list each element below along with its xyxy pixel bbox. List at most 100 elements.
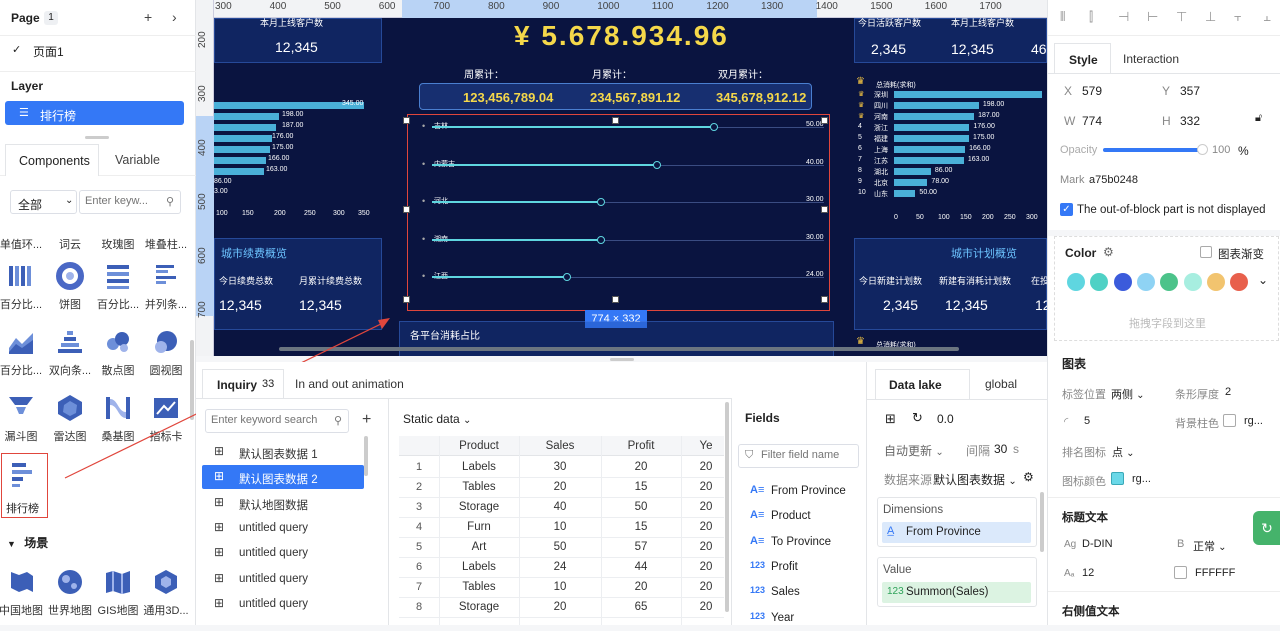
font-weight-select[interactable]: 正常 ⌄ [1193, 538, 1226, 554]
bar-thickness-input[interactable]: 2 [1225, 386, 1231, 398]
field-filter-input[interactable] [761, 449, 855, 461]
align-icon[interactable]: ⊣ [1118, 9, 1129, 25]
table-cell[interactable]: 20 [681, 501, 724, 513]
value-chip[interactable]: 123 Summon(Sales) [882, 582, 1031, 603]
column-header[interactable]: Ye [681, 440, 724, 452]
bg-color-value[interactable]: rg... [1244, 415, 1263, 427]
table-cell[interactable]: 50 [519, 541, 601, 553]
column-header[interactable]: Product [439, 440, 519, 452]
opacity-input[interactable]: 100 [1212, 144, 1230, 156]
tab-data-lake[interactable]: Data lake [875, 369, 970, 399]
corner-radius-input[interactable]: 5 [1084, 415, 1090, 427]
tab-inquiry[interactable]: Inquiry 33 [202, 369, 284, 398]
color-swatch[interactable] [1183, 273, 1202, 291]
grid-icon[interactable]: ⊞ [885, 411, 896, 427]
table-cell[interactable]: 6 [399, 561, 439, 573]
field-item[interactable]: 123 Year [750, 609, 867, 631]
query-item[interactable]: ⊞ 默认图表数据 2 [202, 465, 364, 490]
table-cell[interactable]: Tables [439, 481, 519, 493]
table-cell[interactable]: 20 [519, 481, 601, 493]
color-swatch[interactable] [1230, 273, 1249, 291]
x-input[interactable]: 579 [1082, 84, 1102, 98]
tab-animation[interactable]: In and out animation [295, 377, 404, 391]
query-scrollbar[interactable] [364, 436, 368, 476]
panel-resize-handle[interactable] [610, 358, 634, 361]
table-cell[interactable]: 20 [681, 541, 724, 553]
column-header[interactable]: Profit [601, 440, 681, 452]
color-swatch[interactable] [1090, 273, 1109, 291]
table-cell[interactable]: 44 [601, 561, 681, 573]
y-input[interactable]: 357 [1180, 84, 1200, 98]
table-scrollbar[interactable] [725, 402, 729, 612]
color-swatch[interactable] [1160, 273, 1179, 291]
table-cell[interactable]: 7 [399, 581, 439, 593]
w-input[interactable]: 774 [1082, 114, 1102, 128]
table-cell[interactable]: 2 [399, 481, 439, 493]
field-filter[interactable]: ⛉ [738, 444, 859, 468]
table-cell[interactable]: 50 [601, 501, 681, 513]
static-data-select[interactable]: Static data ⌄ [403, 412, 471, 426]
value-box[interactable]: Value 123 Summon(Sales) [877, 557, 1037, 607]
help-float-button[interactable]: ↻ [1253, 511, 1280, 545]
table-cell[interactable]: Labels [439, 461, 519, 473]
table-cell[interactable]: 40 [519, 501, 601, 513]
field-item[interactable]: 123 Sales [750, 583, 867, 605]
tag-position-select[interactable]: 两侧 ⌄ [1111, 386, 1144, 402]
table-cell[interactable]: 20 [681, 481, 724, 493]
refresh-icon[interactable]: ↻ [912, 410, 923, 426]
gear-icon[interactable]: ⚙ [1103, 245, 1114, 259]
align-icon[interactable]: ⫟ [1234, 9, 1242, 25]
table-cell[interactable]: 20 [681, 581, 724, 593]
add-query-icon[interactable]: + [362, 411, 371, 429]
rank-icon-select[interactable]: 点 ⌄ [1112, 444, 1134, 460]
lake-scrollbar[interactable] [1040, 492, 1044, 552]
unlock-icon[interactable]: 🔓︎ [1255, 112, 1262, 125]
tab-interaction[interactable]: Interaction [1123, 52, 1179, 66]
color-swatch[interactable] [1067, 273, 1085, 291]
table-cell[interactable]: Furn [439, 521, 519, 533]
color-swatch[interactable] [1136, 273, 1155, 291]
table-cell[interactable]: Storage [439, 501, 519, 513]
font-size-input[interactable]: 12 [1082, 567, 1094, 579]
gradient-checkbox[interactable] [1200, 246, 1212, 258]
table-cell[interactable]: 30 [519, 461, 601, 473]
table-cell[interactable]: 20 [519, 601, 601, 613]
table-cell[interactable]: 20 [681, 561, 724, 573]
query-search[interactable]: ⚲ [205, 409, 349, 433]
table-cell[interactable]: Labels [439, 561, 519, 573]
table-cell[interactable]: 4 [399, 521, 439, 533]
table-cell[interactable]: 20 [601, 461, 681, 473]
table-cell[interactable]: Tables [439, 581, 519, 593]
table-cell[interactable]: 20 [681, 521, 724, 533]
chevron-down-icon[interactable]: ⌄ [1258, 273, 1268, 287]
align-icon[interactable]: ⊤ [1176, 9, 1187, 25]
align-icon[interactable]: ⫴ [1060, 9, 1065, 25]
table-cell[interactable]: 3 [399, 501, 439, 513]
icon-color-value[interactable]: rg... [1132, 473, 1151, 485]
table-cell[interactable]: 57 [601, 541, 681, 553]
bg-color-swatch[interactable] [1223, 414, 1236, 427]
tab-global[interactable]: global [985, 377, 1017, 391]
query-item[interactable]: ⊞ untitled query [202, 516, 364, 540]
font-color-value[interactable]: FFFFFF [1195, 567, 1235, 579]
table-cell[interactable]: 65 [601, 601, 681, 613]
query-item[interactable]: ⊞ untitled query [202, 592, 364, 616]
table-cell[interactable]: 20 [681, 601, 724, 613]
table-cell[interactable]: 15 [601, 481, 681, 493]
table-cell[interactable]: 20 [601, 581, 681, 593]
align-icon[interactable]: ⫿ [1089, 9, 1093, 25]
interval-value[interactable]: 30 [994, 442, 1007, 456]
align-icon[interactable]: ⫠ [1263, 9, 1271, 25]
field-item[interactable]: A≡ Product [750, 507, 867, 529]
align-icon[interactable]: ⊢ [1147, 9, 1158, 25]
font-color-swatch[interactable] [1174, 566, 1187, 579]
table-cell[interactable]: 24 [519, 561, 601, 573]
icon-color-swatch[interactable] [1111, 472, 1124, 485]
dimensions-box[interactable]: Dimensions A̲ From Province [877, 497, 1037, 547]
field-item[interactable]: 123 Profit [750, 558, 867, 580]
color-swatch[interactable] [1206, 273, 1225, 291]
table-cell[interactable]: 1 [399, 461, 439, 473]
query-item[interactable]: ⊞ 默认地图数据 [202, 491, 364, 515]
font-family-select[interactable]: D-DIN [1082, 538, 1113, 550]
field-item[interactable]: A≡ To Province [750, 533, 867, 555]
